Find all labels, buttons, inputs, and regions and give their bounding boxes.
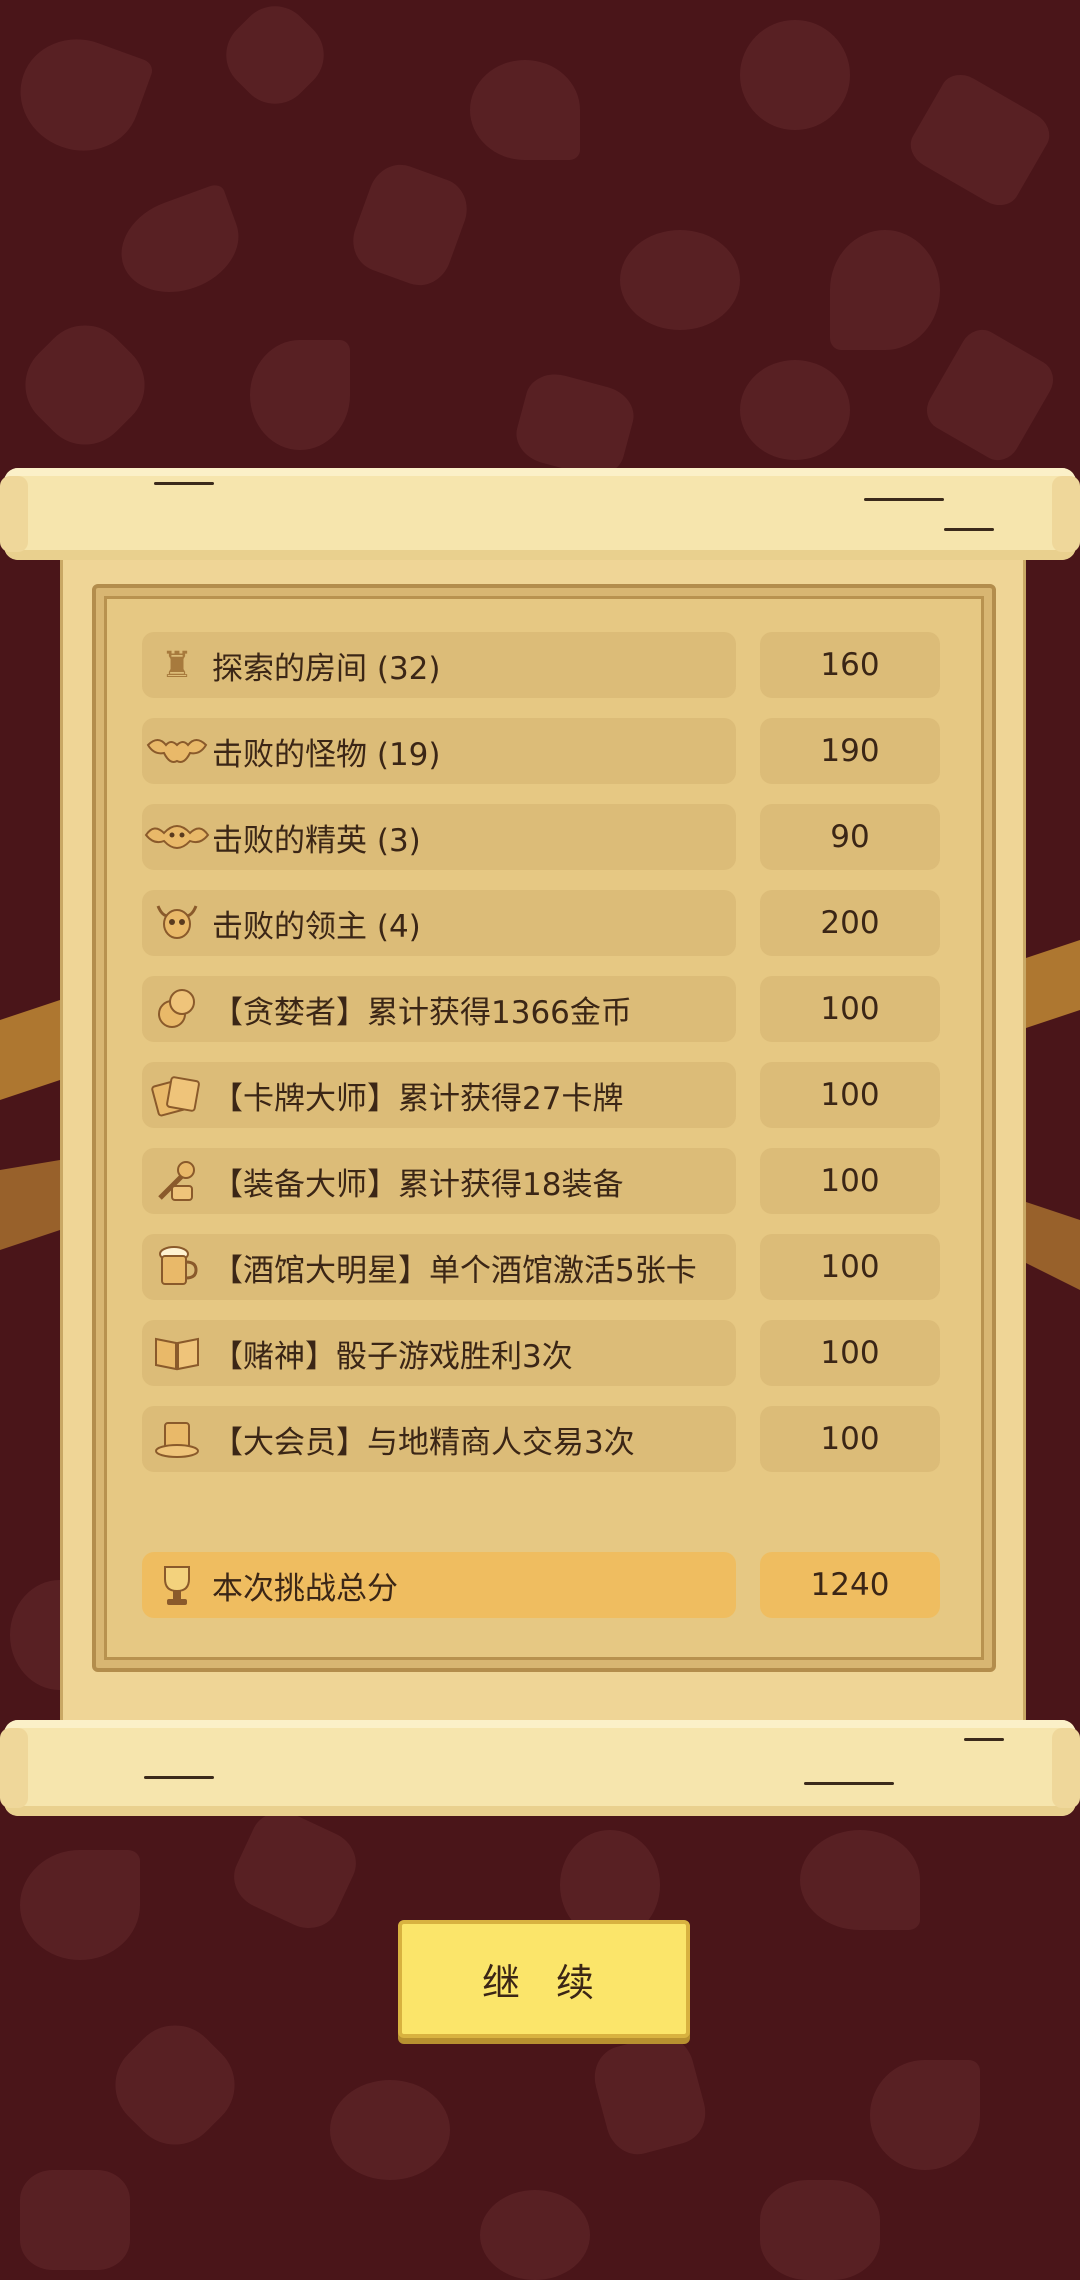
coins-icon [142,976,212,1042]
row-label: 【卡牌大师】累计获得27卡牌 [212,1080,624,1117]
score-row: 【卡牌大师】累计获得27卡牌 100 [142,1062,940,1128]
open-book-icon [142,1320,212,1386]
row-value: 100 [760,1148,940,1214]
row-label: 击败的领主 (4) [212,908,421,945]
scroll-rod-top [0,468,1080,560]
horned-skull-icon [142,890,212,956]
score-row: ♜ 探索的房间 (32) 160 [142,632,940,698]
row-label: 击败的怪物 (19) [212,736,441,773]
row-label: 【贪婪者】累计获得1366金币 [212,994,632,1031]
row-value: 90 [760,804,940,870]
score-row: 击败的怪物 (19) 190 [142,718,940,784]
row-label: 探索的房间 (32) [212,650,441,687]
trophy-icon [142,1552,212,1618]
beer-mug-icon [142,1234,212,1300]
row-value: 200 [760,890,940,956]
row-label: 【大会员】与地精商人交易3次 [212,1424,635,1461]
total-label: 本次挑战总分 [212,1570,398,1607]
score-row: 击败的精英 (3) 90 [142,804,940,870]
row-label: 【赌神】骰子游戏胜利3次 [212,1338,573,1375]
row-label: 【装备大师】累计获得18装备 [212,1166,624,1203]
row-value: 100 [760,1234,940,1300]
demon-bat-icon [142,804,212,870]
score-row: 【赌神】骰子游戏胜利3次 100 [142,1320,940,1386]
row-value: 160 [760,632,940,698]
top-hat-icon [142,1406,212,1472]
tower-icon: ♜ [160,644,194,686]
score-row: 【装备大师】累计获得18装备 100 [142,1148,940,1214]
row-value: 100 [760,1320,940,1386]
row-value: 100 [760,1406,940,1472]
score-row: 【贪婪者】累计获得1366金币 100 [142,976,940,1042]
score-row: 【酒馆大明星】单个酒馆激活5张卡 100 [142,1234,940,1300]
row-value: 100 [760,976,940,1042]
cards-icon [142,1062,212,1128]
scroll-rod-bottom [0,1720,1080,1816]
equipment-icon [142,1148,212,1214]
row-label: 【酒馆大明星】单个酒馆激活5张卡 [212,1252,697,1289]
row-label: 击败的精英 (3) [212,822,421,859]
bat-icon [142,718,212,784]
row-value: 100 [760,1062,940,1128]
continue-button[interactable]: 继 续 [398,1920,690,2038]
total-value: 1240 [760,1552,940,1618]
score-row: 【大会员】与地精商人交易3次 100 [142,1406,940,1472]
score-row: 击败的领主 (4) 200 [142,890,940,956]
row-value: 190 [760,718,940,784]
total-score-row: 本次挑战总分 1240 [142,1552,940,1618]
